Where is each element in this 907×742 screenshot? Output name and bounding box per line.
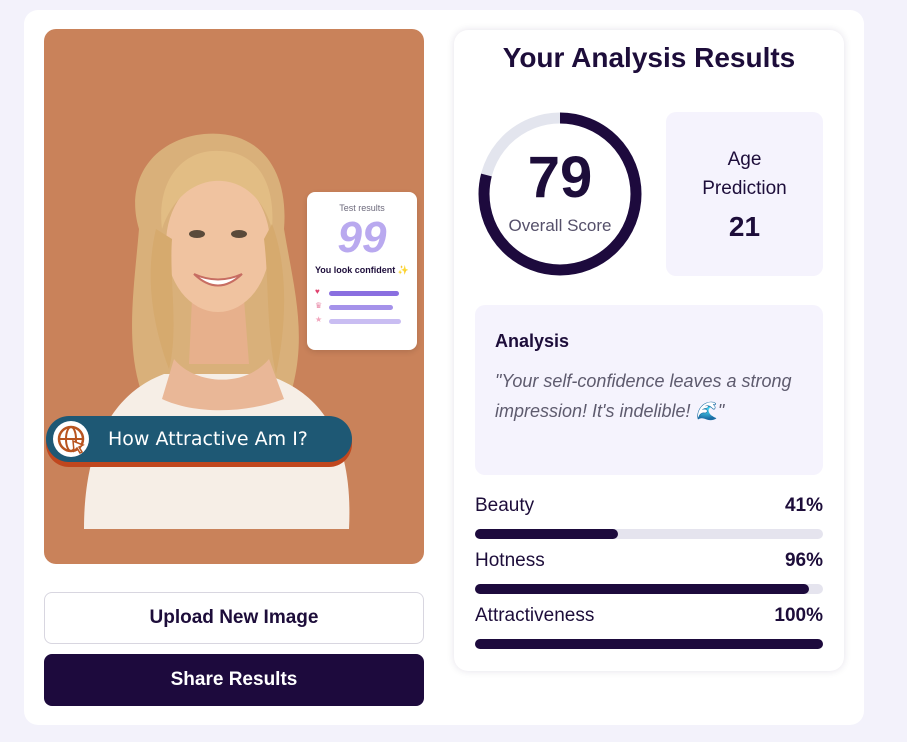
uploaded-photo: Test results 99 You look confident ✨ ♥ ♛… — [44, 29, 424, 564]
overall-score-value: 79 — [527, 145, 593, 210]
star-icon: ★ — [315, 315, 323, 324]
metric-bar — [475, 529, 823, 539]
metric-beauty: Beauty 41% — [475, 495, 823, 539]
metric-name: Beauty — [475, 495, 535, 516]
sparkle-icon: ✨ — [397, 265, 410, 275]
metric-value: 96% — [784, 550, 823, 571]
share-results-button[interactable]: Share Results — [44, 654, 424, 706]
crown-icon: ♛ — [315, 301, 323, 310]
analysis-results-panel: Your Analysis Results 79 Overall Score A… — [454, 30, 844, 671]
metric-name: Hotness — [475, 550, 545, 571]
results-title: Your Analysis Results — [502, 42, 796, 73]
test-results-caption: You look confident ✨ — [314, 265, 410, 275]
test-bar — [329, 305, 393, 310]
test-row-heart: ♥ — [315, 287, 409, 297]
age-prediction-value: 21 — [728, 211, 761, 242]
age-prediction-card: Age Prediction 21 — [666, 112, 823, 276]
brand-badge-label: How Attractive Am I? — [108, 428, 308, 450]
metric-attractiveness: Attractiveness 100% — [475, 605, 823, 649]
globe-cursor-icon — [53, 421, 89, 457]
test-bar — [329, 319, 401, 324]
test-results-card: Test results 99 You look confident ✨ ♥ ♛… — [307, 192, 417, 350]
test-bar — [329, 291, 399, 296]
metric-bar-fill — [475, 584, 810, 594]
analysis-title: Analysis — [495, 331, 570, 351]
metric-value: 100% — [774, 605, 823, 626]
metric-bar — [475, 584, 823, 594]
analysis-text: "Your self-confidence leaves a strong im… — [495, 371, 792, 421]
upload-new-image-button[interactable]: Upload New Image — [44, 592, 424, 644]
analysis-card: Analysis "Your self-confidence leaves a … — [475, 305, 823, 475]
overall-score-label: Overall Score — [508, 216, 612, 235]
metric-bar-fill — [475, 529, 618, 539]
metric-bar-fill — [475, 639, 823, 649]
test-results-title: Test results — [339, 203, 385, 213]
heart-icon: ♥ — [315, 287, 320, 296]
metric-value: 41% — [784, 495, 823, 516]
test-results-score: 99 — [337, 213, 387, 262]
test-row-crown: ♛ — [315, 301, 409, 311]
brand-badge: How Attractive Am I? — [46, 416, 352, 462]
age-prediction-label: Age Prediction — [702, 149, 787, 199]
metric-hotness: Hotness 96% — [475, 550, 823, 594]
test-row-star: ★ — [315, 315, 409, 325]
metric-bar — [475, 639, 823, 649]
metric-name: Attractiveness — [475, 605, 595, 626]
